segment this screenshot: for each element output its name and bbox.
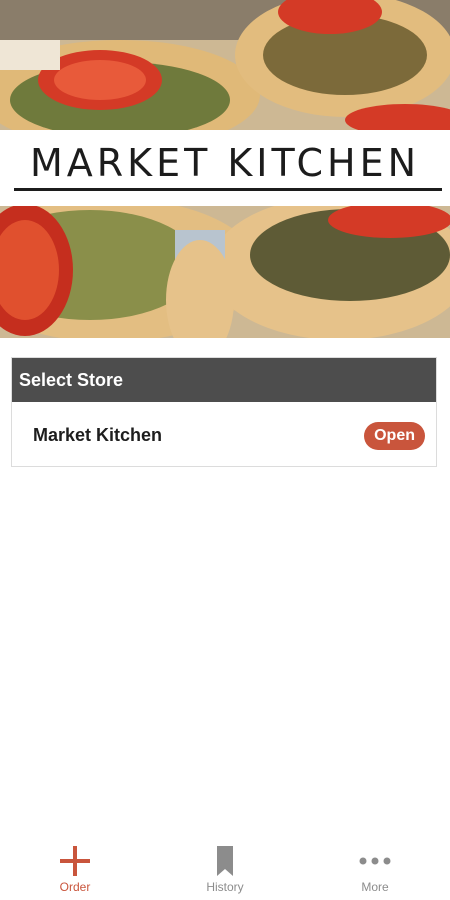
nav-label-more: More — [361, 880, 389, 894]
more-dots-icon — [359, 857, 391, 865]
brand-logo-title: MARKET KITCHEN — [29, 141, 421, 185]
bottom-nav: Order History More — [0, 838, 450, 900]
store-select-header: Select Store — [12, 358, 436, 402]
store-select-card: Select Store Market Kitchen Open — [11, 357, 437, 467]
nav-label-order: Order — [59, 880, 91, 894]
hero-banner: MARKET KITCHEN — [0, 0, 450, 338]
nav-item-more[interactable]: More — [300, 838, 450, 900]
status-badge: Open — [364, 422, 425, 450]
store-row[interactable]: Market Kitchen Open — [12, 402, 436, 466]
nav-label-history: History — [206, 880, 244, 894]
brand-underline — [14, 188, 442, 191]
nav-item-history[interactable]: History — [150, 838, 300, 900]
bookmark-icon — [217, 846, 233, 876]
nav-item-order[interactable]: Order — [0, 838, 150, 900]
app-screen: MARKET KITCHEN Select Store Market Kitch… — [0, 0, 450, 900]
store-name: Market Kitchen — [33, 425, 163, 445]
plus-icon — [60, 846, 90, 876]
